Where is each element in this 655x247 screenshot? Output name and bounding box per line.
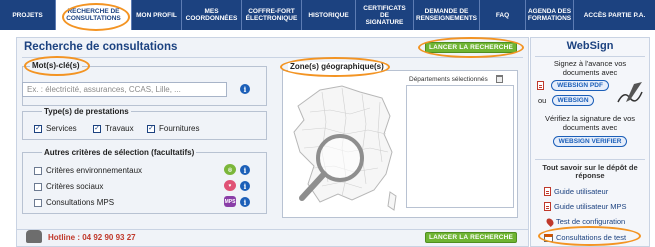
nav-item-mon-profil[interactable]: MON PROFIL [132, 0, 182, 30]
configuration-pin-icon [545, 216, 555, 227]
websign-or-label: ou [538, 96, 547, 105]
link-guide-utilisateur-label: Guide utilisateur [554, 187, 609, 196]
sidebar-divider [535, 159, 645, 160]
prestation-fournitures[interactable]: ✓ Fournitures [147, 124, 199, 133]
link-guide-utilisateur[interactable]: Guide utilisateur [544, 187, 608, 196]
criteria-environmental[interactable]: Critères environnementaux [34, 166, 142, 175]
corsica-outline [387, 191, 397, 211]
websign-verify-button[interactable]: WEBSIGN VERIFIER [553, 136, 627, 147]
pdf-icon [537, 81, 544, 90]
hotline-text: Hotline : 04 92 90 93 27 [48, 233, 136, 242]
keywords-title: Mot(s)-clé(s) [30, 61, 82, 70]
mps-info-icon[interactable]: i [240, 197, 250, 207]
nav-item-mes-coordonnees[interactable]: MES COORDONNÉES [182, 0, 242, 30]
websign-intro: Signez à l'avance vos documents avec [553, 59, 627, 77]
checkbox-services[interactable]: ✓ [34, 124, 42, 133]
checkbox-environmental[interactable] [34, 166, 42, 175]
nav-item-agenda-formations[interactable]: AGENDA DES FORMATIONS [526, 0, 574, 30]
prestation-services-label: Services [46, 124, 77, 133]
footer-divider [16, 229, 529, 230]
nav-item-demande-renseignements[interactable]: DEMANDE DE RENSEIGNEMENTS [414, 0, 480, 30]
link-guide-utilisateur-mps[interactable]: Guide utilisateur MPS [544, 202, 627, 211]
prestation-travaux[interactable]: ✓ Travaux [93, 124, 134, 133]
mps-badge-icon: MPS [224, 196, 236, 207]
criteria-social-label: Critères sociaux [46, 182, 104, 191]
keywords-input[interactable]: Ex. : électricité, assurances, CCAS, Lil… [22, 82, 227, 97]
websign-title-divider [535, 56, 645, 57]
nav-item-projets[interactable]: PROJETS [0, 0, 56, 30]
keywords-info-icon[interactable]: i [240, 84, 250, 94]
social-badge-icon: ♥ [224, 180, 236, 191]
search-button-top[interactable]: LANCER LA RECHERCHE [425, 42, 517, 53]
nav-item-coffre-fort[interactable]: COFFRE-FORT ÉLECTRONIQUE [242, 0, 302, 30]
link-consultations-test[interactable]: Consultations de test [544, 233, 626, 242]
checkbox-travaux[interactable]: ✓ [93, 124, 101, 133]
websign-button[interactable]: WEBSIGN [552, 95, 594, 106]
search-button-bottom[interactable]: LANCER LA RECHERCHE [425, 232, 517, 243]
checkbox-fournitures[interactable]: ✓ [147, 124, 155, 133]
websign-verify-text: Vérifiez la signature de vos documents a… [544, 114, 636, 132]
checkbox-social[interactable] [34, 182, 42, 191]
websign-pdf-button[interactable]: WEBSIGN PDF [551, 80, 609, 91]
trash-icon[interactable] [496, 75, 503, 83]
selected-departments-label: Départements sélectionnés [409, 76, 488, 83]
signature-pen-icon [617, 82, 643, 103]
calendar-icon [544, 233, 553, 242]
link-guide-utilisateur-mps-label: Guide utilisateur MPS [554, 202, 627, 211]
nav-item-certificats[interactable]: CERTIFICATS DE SIGNATURE [356, 0, 414, 30]
phone-icon [26, 230, 42, 243]
criteria-mps-label: Consultations MPS [46, 198, 115, 207]
selected-departments-list[interactable] [406, 85, 514, 208]
prestations-title: Type(s) de prestations [42, 107, 131, 116]
pdf-icon [544, 202, 551, 211]
prestation-fournitures-label: Fournitures [159, 124, 200, 133]
criteria-environmental-label: Critères environnementaux [46, 166, 143, 175]
link-test-configuration[interactable]: Test de configuration [545, 216, 626, 227]
criteria-title: Autres critères de sélection (facultatif… [42, 148, 197, 157]
prestation-travaux-label: Travaux [105, 124, 134, 133]
nav-item-faq[interactable]: FAQ [480, 0, 526, 30]
zones-title: Zone(s) géographique(s) [288, 62, 386, 71]
websign-title: WebSign [566, 40, 614, 52]
link-test-configuration-label: Test de configuration [556, 217, 626, 226]
nav-item-acces-partie-pa[interactable]: ACCÈS PARTIE P.A. [574, 0, 655, 30]
environmental-badge-icon: ◎ [224, 164, 236, 175]
deposit-heading: Tout savoir sur le dépôt de réponse [542, 163, 638, 180]
criteria-mps[interactable]: Consultations MPS [34, 198, 114, 207]
link-consultations-test-label: Consultations de test [556, 233, 627, 242]
prestation-services[interactable]: ✓ Services [34, 124, 77, 133]
environmental-info-icon[interactable]: i [240, 165, 250, 175]
nav-item-historique[interactable]: HISTORIQUE [302, 0, 356, 30]
criteria-social[interactable]: Critères sociaux [34, 182, 103, 191]
title-divider [22, 57, 523, 58]
page-title: Recherche de consultations [24, 41, 178, 53]
pdf-icon [544, 187, 551, 196]
nav-item-recherche-consultations[interactable]: RECHERCHE DE CONSULTATIONS [56, 0, 132, 30]
top-nav: PROJETS RECHERCHE DE CONSULTATIONS MON P… [0, 0, 655, 30]
social-info-icon[interactable]: i [240, 181, 250, 191]
france-map[interactable] [290, 82, 400, 214]
checkbox-mps[interactable] [34, 198, 42, 207]
